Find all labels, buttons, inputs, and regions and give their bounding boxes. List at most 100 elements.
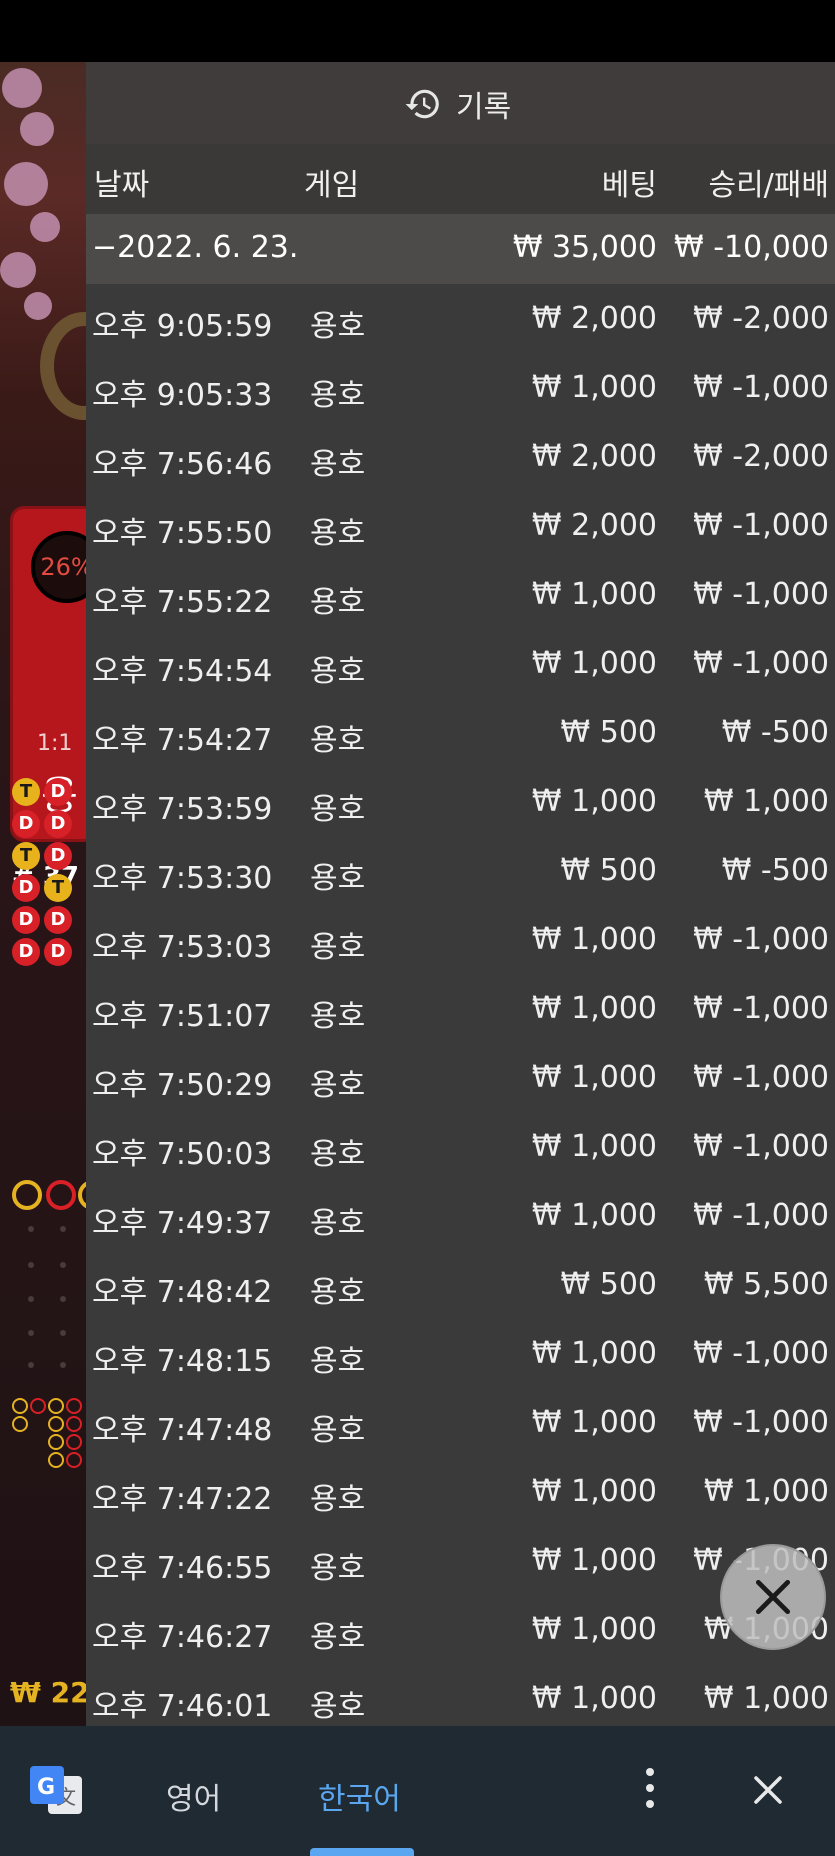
history-row[interactable]: 오후 7:51:07 용호 ₩ 1,000 ₩ -1,000 (86, 974, 835, 1043)
row-game: 용호 (310, 999, 366, 1034)
history-row[interactable]: 오후 7:50:03 용호 ₩ 1,000 ₩ -1,000 (86, 1112, 835, 1181)
row-bet: ₩ 1,000 (531, 577, 657, 612)
history-row[interactable]: 오후 7:56:46 용호 ₩ 2,000 ₩ -2,000 (86, 422, 835, 491)
row-result: ₩ -2,000 (693, 439, 829, 474)
close-icon[interactable] (750, 1772, 786, 1808)
bead-result: T (12, 778, 40, 806)
road-ring (12, 1180, 42, 1210)
row-result: ₩ -1,000 (693, 922, 829, 957)
history-row[interactable]: 오후 9:05:59 용호 ₩ 2,000 ₩ -2,000 (86, 284, 835, 353)
bead-result: T (12, 842, 40, 870)
row-result: ₩ -500 (721, 853, 829, 888)
history-row[interactable]: 오후 7:47:22 용호 ₩ 1,000 ₩ 1,000 (86, 1457, 835, 1526)
history-icon (405, 89, 439, 119)
row-bet: ₩ 1,000 (531, 991, 657, 1026)
row-bet: ₩ 1,000 (531, 1474, 657, 1509)
row-game: 용호 (310, 1275, 366, 1310)
row-bet: ₩ 1,000 (531, 1612, 657, 1647)
bead-result: D (44, 906, 72, 934)
history-row[interactable]: 오후 7:54:27 용호 ₩ 500 ₩ -500 (86, 698, 835, 767)
row-game: 용호 (310, 930, 366, 965)
history-row[interactable]: 오후 7:53:59 용호 ₩ 1,000 ₩ 1,000 (86, 767, 835, 836)
row-result: ₩ -1,000 (693, 1129, 829, 1164)
history-row[interactable]: 오후 7:54:54 용호 ₩ 1,000 ₩ -1,000 (86, 629, 835, 698)
summary-result: ₩ -10,000 (674, 230, 829, 265)
svg-text:G: G (37, 1775, 55, 1800)
row-time: 오후 7:54:54 (92, 654, 273, 689)
date-summary-row[interactable]: −2022. 6. 23. ₩ 35,000 ₩ -10,000 (86, 214, 835, 284)
column-header-bet: 베팅 (601, 168, 657, 203)
row-game: 용호 (310, 861, 366, 896)
row-time: 오후 7:54:27 (92, 723, 273, 758)
row-time: 오후 7:48:42 (92, 1275, 273, 1310)
active-tab-indicator (310, 1848, 414, 1856)
row-time: 오후 7:55:22 (92, 585, 273, 620)
row-bet: ₩ 500 (560, 715, 657, 750)
row-time: 오후 7:53:03 (92, 930, 273, 965)
row-result: ₩ -1,000 (693, 1060, 829, 1095)
row-result: ₩ -1,000 (693, 646, 829, 681)
dragon-ratio: 1:1 (37, 731, 73, 756)
bead-result: T (44, 874, 72, 902)
history-row[interactable]: 오후 7:53:03 용호 ₩ 1,000 ₩ -1,000 (86, 905, 835, 974)
panel-header: 기록 (86, 62, 835, 144)
row-time: 오후 7:47:22 (92, 1482, 273, 1517)
history-row[interactable]: 오후 7:55:22 용호 ₩ 1,000 ₩ -1,000 (86, 560, 835, 629)
row-result: ₩ -1,000 (693, 508, 829, 543)
row-result: ₩ 5,500 (703, 1267, 829, 1302)
history-row[interactable]: 오후 7:55:50 용호 ₩ 2,000 ₩ -1,000 (86, 491, 835, 560)
row-game: 용호 (310, 1344, 366, 1379)
row-time: 오후 7:46:27 (92, 1620, 273, 1655)
summary-date: −2022. 6. 23. (92, 230, 299, 265)
row-game: 용호 (310, 1206, 366, 1241)
row-game: 용호 (310, 1620, 366, 1655)
row-time: 오후 7:46:55 (92, 1551, 273, 1586)
row-time: 오후 7:53:59 (92, 792, 273, 827)
history-row[interactable]: 오후 7:50:29 용호 ₩ 1,000 ₩ -1,000 (86, 1043, 835, 1112)
history-row[interactable]: 오후 7:49:37 용호 ₩ 1,000 ₩ -1,000 (86, 1181, 835, 1250)
row-time: 오후 7:53:30 (92, 861, 273, 896)
row-time: 오후 7:48:15 (92, 1344, 273, 1379)
row-bet: ₩ 1,000 (531, 1129, 657, 1164)
summary-bet: ₩ 35,000 (512, 230, 657, 265)
row-game: 용호 (310, 378, 366, 413)
row-result: ₩ -1,000 (693, 1336, 829, 1371)
row-game: 용호 (310, 792, 366, 827)
bead-result: D (44, 810, 72, 838)
history-row[interactable]: 오후 7:46:01 용호 ₩ 1,000 ₩ 1,000 (86, 1664, 835, 1726)
road-ring (46, 1180, 76, 1210)
row-game: 용호 (310, 1482, 366, 1517)
table-header: 날짜 게임 베팅 승리/패배 (86, 144, 835, 214)
translate-bar: 文 G 영어 한국어 (0, 1726, 835, 1856)
row-bet: ₩ 2,000 (531, 301, 657, 336)
row-result: ₩ -1,000 (693, 577, 829, 612)
column-header-date: 날짜 (94, 168, 150, 203)
row-bet: ₩ 1,000 (531, 646, 657, 681)
row-bet: ₩ 1,000 (531, 1336, 657, 1371)
more-vertical-icon[interactable] (640, 1768, 660, 1812)
history-row[interactable]: 오후 7:47:48 용호 ₩ 1,000 ₩ -1,000 (86, 1388, 835, 1457)
google-translate-icon[interactable]: 文 G (28, 1764, 84, 1816)
target-language-tab[interactable]: 한국어 (318, 1774, 401, 1818)
history-row[interactable]: 오후 7:53:30 용호 ₩ 500 ₩ -500 (86, 836, 835, 905)
row-game: 용호 (310, 516, 366, 551)
history-row[interactable]: 오후 7:48:42 용호 ₩ 500 ₩ 5,500 (86, 1250, 835, 1319)
column-header-result: 승리/패배 (708, 168, 829, 203)
source-language-tab[interactable]: 영어 (166, 1774, 221, 1818)
row-game: 용호 (310, 723, 366, 758)
close-panel-button[interactable] (720, 1544, 826, 1650)
row-time: 오후 7:56:46 (92, 447, 273, 482)
row-time: 오후 9:05:33 (92, 378, 273, 413)
row-time: 오후 7:50:29 (92, 1068, 273, 1103)
row-bet: ₩ 2,000 (531, 508, 657, 543)
row-bet: ₩ 1,000 (531, 1405, 657, 1440)
row-result: ₩ 1,000 (703, 1681, 829, 1716)
row-time: 오후 9:05:59 (92, 309, 273, 344)
row-result: ₩ -1,000 (693, 991, 829, 1026)
status-bar (0, 0, 835, 62)
row-bet: ₩ 500 (560, 853, 657, 888)
history-row[interactable]: 오후 9:05:33 용호 ₩ 1,000 ₩ -1,000 (86, 353, 835, 422)
history-row[interactable]: 오후 7:48:15 용호 ₩ 1,000 ₩ -1,000 (86, 1319, 835, 1388)
bead-result: D (44, 778, 72, 806)
row-result: ₩ 1,000 (703, 784, 829, 819)
